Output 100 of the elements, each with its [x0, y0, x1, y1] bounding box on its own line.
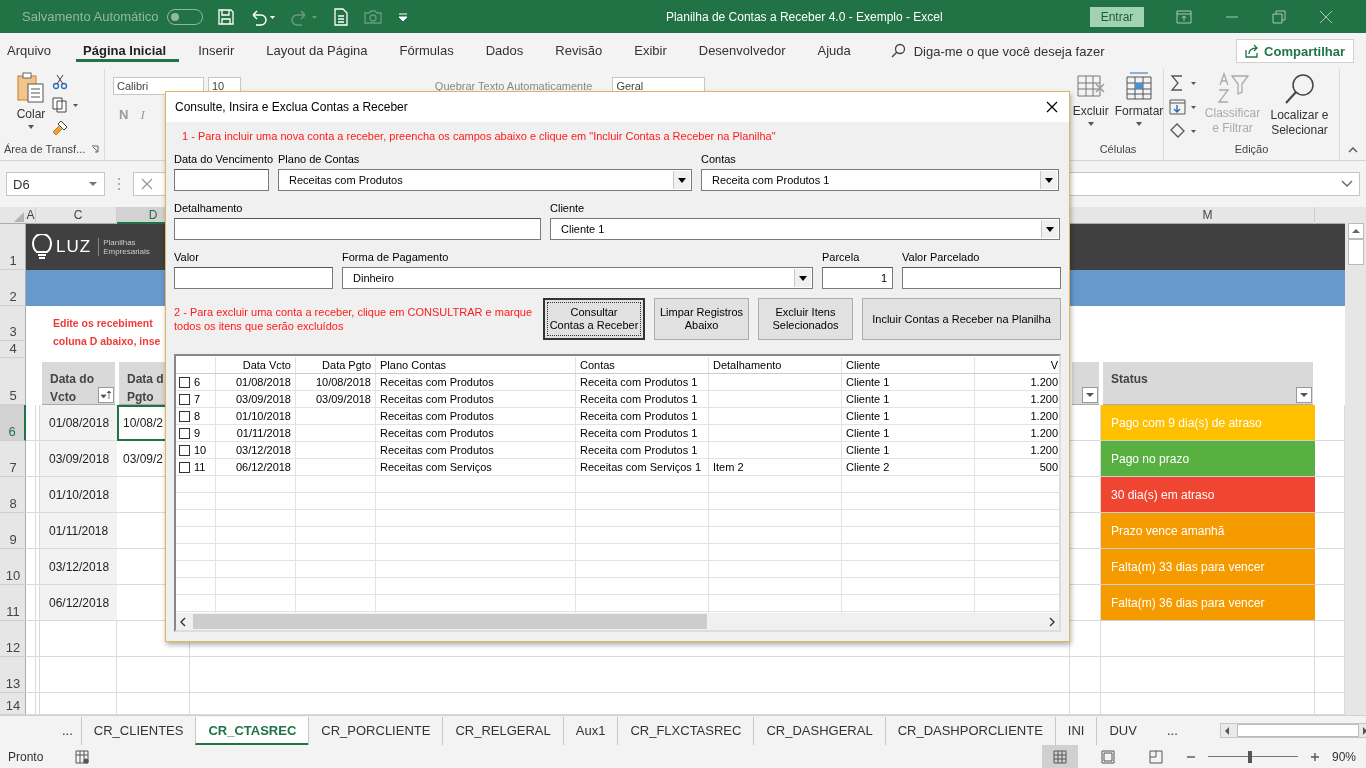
list-cell-text: 1.200	[1030, 443, 1058, 458]
row-header[interactable]: 9	[0, 513, 26, 549]
macro-record-icon[interactable]	[75, 749, 90, 764]
records-list[interactable]	[174, 354, 1061, 632]
status-cell: Prazo vence amanhã	[1101, 513, 1315, 549]
ribbon-display-icon[interactable]	[1176, 9, 1192, 24]
print-preview-icon[interactable]	[332, 7, 349, 26]
dialog-button[interactable]: Excluir Itens Selecionados	[758, 298, 853, 340]
sheet-tab[interactable]: CR_RELGERAL	[442, 716, 563, 745]
redo-icon	[290, 7, 319, 26]
dropdown-field[interactable]: Receitas com Produtos	[278, 169, 692, 191]
expand-icon[interactable]	[1341, 180, 1353, 188]
row-header[interactable]: 7	[0, 441, 26, 477]
format-painter-icon[interactable]	[52, 120, 68, 136]
sheet-tab[interactable]: CR_FLXCTASREC	[617, 716, 754, 745]
more-sheets-button[interactable]: ...	[1166, 723, 1178, 738]
checkbox[interactable]	[179, 410, 190, 422]
sort-filter-icon[interactable]	[98, 387, 114, 403]
normal-view-button[interactable]	[1041, 745, 1078, 768]
row-header[interactable]: 11	[0, 585, 26, 621]
dialog-button[interactable]: Incluir Contas a Receber na Planilha	[862, 298, 1061, 340]
tell-me-field[interactable]: Diga-me o que você deseja fazer	[911, 42, 1176, 60]
ribbon-tab[interactable]: Dados	[478, 40, 537, 62]
sheet-tab[interactable]: CR_DASHGERAL	[753, 716, 885, 745]
checkbox[interactable]	[179, 376, 190, 388]
horizontal-scrollbar[interactable]	[1219, 723, 1366, 738]
cancel-icon[interactable]	[140, 177, 154, 191]
lightbulb-icon	[32, 234, 52, 260]
ribbon-tab[interactable]: Arquivo	[0, 40, 65, 62]
input-field[interactable]: 1	[822, 267, 893, 289]
ribbon-tab[interactable]: Fórmulas	[392, 40, 467, 62]
row-header[interactable]: 13	[0, 657, 26, 693]
collapse-ribbon-icon[interactable]	[1348, 146, 1358, 154]
row-header[interactable]: 6	[0, 405, 26, 441]
save-icon[interactable]	[216, 7, 235, 26]
filter-dropdown-icon[interactable]	[1082, 387, 1098, 403]
zoom-level-text[interactable]: 90%	[1331, 749, 1356, 764]
paste-button[interactable]: Colar	[16, 72, 46, 140]
row-header[interactable]: 10	[0, 549, 26, 585]
dropdown-field[interactable]: Dinheiro	[342, 267, 813, 289]
row-header[interactable]: 3	[0, 306, 26, 341]
find-select-button[interactable]: Localizar e Selecionar	[1264, 72, 1335, 138]
ribbon-tab[interactable]: Inserir	[191, 40, 248, 62]
ribbon-tab[interactable]: Layout da Página	[259, 40, 381, 62]
cut-icon[interactable]	[52, 74, 68, 90]
name-box[interactable]: D6	[6, 172, 105, 196]
ribbon-tab[interactable]: Exibir	[627, 40, 680, 62]
font-name-field[interactable]: Calibri	[113, 77, 204, 95]
checkbox[interactable]	[179, 393, 190, 405]
dialog-launcher-icon[interactable]	[91, 145, 100, 153]
scroll-up-icon[interactable]	[1347, 223, 1364, 239]
checkbox[interactable]	[179, 427, 190, 439]
table-cell: 01/11/2018	[40, 513, 117, 549]
ribbon-tab[interactable]: Página Inicial	[76, 40, 180, 62]
input-field[interactable]	[174, 169, 269, 191]
table-cell	[26, 405, 36, 441]
dialog-button[interactable]: Limpar Registros Abaixo	[654, 298, 749, 340]
sheet-tab[interactable]: DUV	[1096, 716, 1149, 745]
scrollbar-thumb[interactable]	[1347, 239, 1364, 265]
sheet-tab[interactable]: CR_DASHPORCLIENTE	[884, 716, 1055, 745]
row-header[interactable]: 8	[0, 477, 26, 513]
list-cell-text: Cliente 1	[846, 426, 890, 441]
input-field[interactable]	[174, 267, 333, 289]
vertical-scrollbar[interactable]	[1345, 207, 1366, 715]
dialog-button[interactable]: Consultar Contas a Receber	[543, 298, 645, 340]
filter-dropdown-icon[interactable]	[1296, 387, 1312, 403]
input-field[interactable]	[902, 267, 1061, 289]
more-sheets-button[interactable]: ...	[62, 723, 73, 738]
sheet-tab[interactable]: CR_PORCLIENTE	[308, 716, 443, 745]
field-label: Contas	[701, 152, 737, 166]
zoom-slider-thumb[interactable]	[1248, 750, 1253, 763]
scrollbar-thumb[interactable]	[1236, 724, 1359, 737]
row-header[interactable]: 12	[0, 621, 26, 657]
checkbox[interactable]	[179, 444, 190, 456]
ribbon-tab[interactable]: Revisão	[548, 40, 616, 62]
list-scrollbar[interactable]	[176, 613, 1059, 630]
field-label: Forma de Pagamento	[342, 250, 450, 264]
input-field[interactable]	[174, 218, 541, 240]
table-cell: 03/12/2018	[40, 549, 117, 585]
copy-icon[interactable]	[52, 97, 80, 113]
list-cell-text: 8	[194, 409, 201, 424]
scrollbar-thumb[interactable]	[193, 614, 707, 629]
close-icon[interactable]	[1046, 101, 1058, 113]
format-cells-button[interactable]: Formatar	[1112, 72, 1166, 127]
zoom-in-icon[interactable]	[1309, 751, 1320, 762]
sheet-tab[interactable]: INI	[1054, 716, 1097, 745]
ribbon-tab[interactable]: Ajuda	[810, 40, 864, 62]
row-header[interactable]: 4	[0, 341, 26, 358]
share-button[interactable]: Compartilhar	[1236, 39, 1354, 63]
sheet-tab[interactable]: CR_CTASREC	[195, 716, 309, 745]
delete-cells-button[interactable]: Excluir	[1070, 72, 1111, 127]
sheet-tab[interactable]: Aux1	[562, 716, 618, 745]
sign-in-button[interactable]: Entrar	[1090, 6, 1144, 27]
dropdown-field[interactable]: Receita com Produtos 1	[701, 169, 1059, 191]
restore-icon[interactable]	[1272, 9, 1286, 24]
table-cell	[26, 441, 36, 477]
checkbox[interactable]	[179, 461, 190, 473]
ribbon-tab[interactable]: Desenvolvedor	[691, 40, 799, 62]
dropdown-field[interactable]: Cliente 1	[550, 218, 1060, 240]
row-header[interactable]: 14	[0, 693, 26, 715]
